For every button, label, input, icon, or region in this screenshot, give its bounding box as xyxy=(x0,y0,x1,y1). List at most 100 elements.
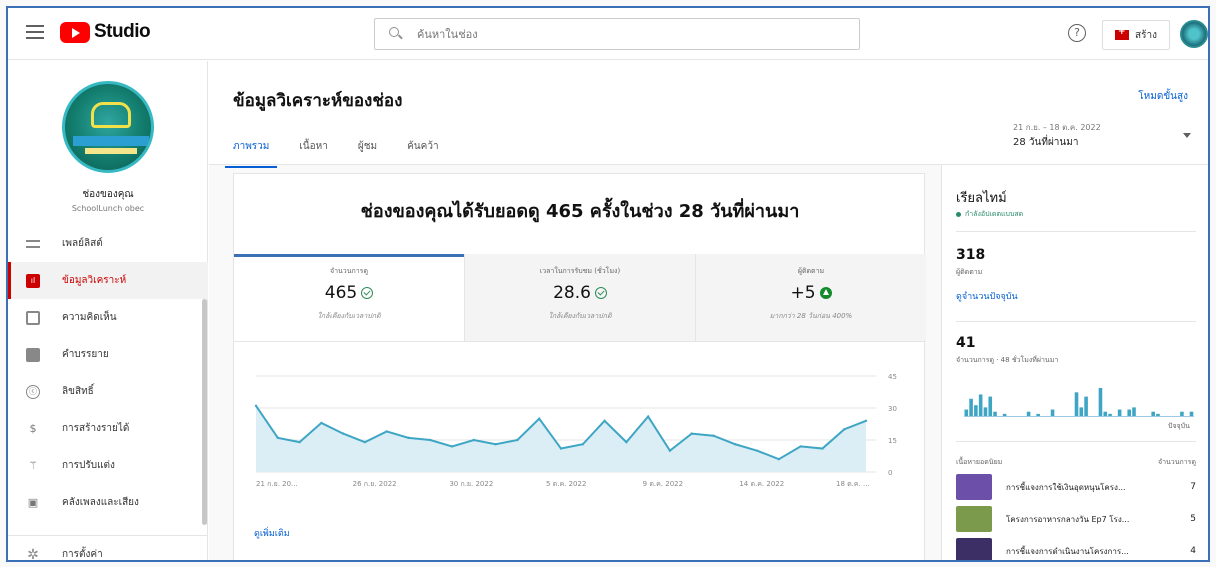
sidebar-item-monetization[interactable]: $ การสร้างรายได้ xyxy=(8,410,208,447)
views-data-point[interactable] xyxy=(363,440,367,444)
search-box[interactable] xyxy=(374,18,860,50)
tab-content[interactable]: เนื้อหา xyxy=(291,139,335,168)
date-range-label[interactable]: 28 วันที่ผ่านมา xyxy=(1013,135,1078,150)
help-icon[interactable]: ? xyxy=(1068,24,1086,42)
realtime-bar[interactable] xyxy=(1127,409,1132,416)
views-data-point[interactable] xyxy=(581,443,584,446)
account-avatar[interactable] xyxy=(1180,20,1208,48)
views-data-point[interactable] xyxy=(385,430,388,433)
chevron-down-icon[interactable] xyxy=(1183,133,1191,138)
sidebar-item-playlists[interactable]: เพลย์ลิสต์ xyxy=(8,225,208,262)
see-current-count-link[interactable]: ดูจำนวนปัจจุบัน xyxy=(956,289,1018,303)
tab-research[interactable]: ค้นคว้า xyxy=(399,139,446,168)
views-data-point[interactable] xyxy=(712,434,715,437)
views-data-point[interactable] xyxy=(341,432,345,435)
realtime-live-status: กำลังอัปเดตแบบสด xyxy=(956,209,1023,220)
views-data-point[interactable] xyxy=(603,419,606,422)
sidebar-item-label: คลังเพลงและเสียง xyxy=(62,497,139,508)
top-video-row[interactable]: โครงการอาหารกลางวัน Ep7 โรง... 5 xyxy=(956,505,1196,533)
views-data-point[interactable] xyxy=(625,440,628,444)
views-data-point[interactable] xyxy=(516,438,519,442)
studio-logo[interactable]: Studio xyxy=(60,21,151,43)
views-line-chart[interactable]: 45 30 15 0 21 ก.ย. 20... 26 ก.ย. 2022 30 ก.ย. … xyxy=(250,370,910,490)
realtime-bar[interactable] xyxy=(1036,413,1040,416)
views-data-point[interactable] xyxy=(320,421,323,425)
views-data-point[interactable] xyxy=(777,458,781,461)
realtime-bar[interactable] xyxy=(974,405,978,416)
sidebar-item-comments[interactable]: ความคิดเห็น xyxy=(8,299,208,336)
views-data-point[interactable] xyxy=(494,443,497,446)
sidebar-item-audio-library[interactable]: ▣ คลังเพลงและเสียง xyxy=(8,484,208,521)
search-input[interactable] xyxy=(417,27,797,41)
views-data-point[interactable] xyxy=(864,419,868,422)
realtime-bar[interactable] xyxy=(1050,409,1055,416)
realtime-bar[interactable] xyxy=(1189,411,1194,416)
realtime-bar[interactable] xyxy=(1132,407,1136,416)
realtime-bar[interactable] xyxy=(1084,396,1088,416)
realtime-bar[interactable] xyxy=(1079,407,1084,416)
views-data-point[interactable] xyxy=(799,445,802,448)
channel-logo-band-small xyxy=(85,148,137,154)
realtime-bar[interactable] xyxy=(1117,409,1122,416)
advanced-mode-link[interactable]: โหมดขั้นสูง xyxy=(1138,89,1188,104)
see-more-link[interactable]: ดูเพิ่มเติม xyxy=(254,526,290,540)
top-content-header: เนื้อหายอดนิยม จำนวนการดู xyxy=(956,457,1196,468)
realtime-bar[interactable] xyxy=(1108,413,1112,416)
sidebar-item-analytics[interactable]: ıl ข้อมูลวิเคราะห์ xyxy=(8,262,208,299)
metric-views[interactable]: จำนวนการดู 465 ใกล้เคียงกับเวลาปกติ xyxy=(234,254,464,341)
date-range-dates[interactable]: 21 ก.ย. – 18 ต.ค. 2022 xyxy=(1013,121,1101,134)
views-data-point[interactable] xyxy=(690,432,693,435)
views-data-point[interactable] xyxy=(538,417,541,420)
views-data-point[interactable] xyxy=(646,415,650,418)
realtime-bar[interactable] xyxy=(964,409,969,416)
x-tick-label: 9 ต.ค. 2022 xyxy=(643,480,683,488)
menu-icon[interactable] xyxy=(26,25,44,39)
realtime-live-label: กำลังอัปเดตแบบสด xyxy=(965,210,1024,218)
realtime-bar[interactable] xyxy=(978,394,983,416)
views-data-point[interactable] xyxy=(821,447,824,450)
views-area-fill xyxy=(256,405,866,472)
views-data-point[interactable] xyxy=(668,449,672,452)
realtime-bar[interactable] xyxy=(1180,411,1184,416)
sidebar-item-subtitles[interactable]: คำบรรยาย xyxy=(8,336,208,373)
realtime-bar[interactable] xyxy=(993,411,997,416)
sidebar-scrollbar[interactable] xyxy=(202,299,207,525)
realtime-bar-chart[interactable] xyxy=(964,387,1194,417)
views-data-point[interactable] xyxy=(472,438,476,442)
tab-overview[interactable]: ภาพรวม xyxy=(225,139,278,168)
top-video-row[interactable]: การชี้แจงการใช้เงินอุดหนุนโครง... 7 xyxy=(956,473,1196,501)
channel-avatar[interactable] xyxy=(62,81,154,173)
video-thumbnail xyxy=(956,538,992,560)
realtime-bar[interactable] xyxy=(1002,413,1007,416)
realtime-bar[interactable] xyxy=(1156,413,1160,416)
realtime-bar[interactable] xyxy=(1103,411,1108,416)
views-data-point[interactable] xyxy=(450,445,454,448)
realtime-bar[interactable] xyxy=(1026,411,1031,416)
metric-subscribers[interactable]: ผู้ติดตาม +5 มากกว่า 28 วันก่อน 400% xyxy=(695,254,926,341)
views-data-point[interactable] xyxy=(755,449,759,452)
metric-value-row: 28.6 xyxy=(465,283,695,303)
realtime-bar[interactable] xyxy=(1074,392,1079,416)
realtime-bar[interactable] xyxy=(1151,411,1155,416)
realtime-bar[interactable] xyxy=(969,398,973,416)
views-data-point[interactable] xyxy=(276,436,279,440)
top-video-row[interactable]: การชี้แจงการดำเนินงานโครงการ... 4 xyxy=(956,537,1196,560)
views-data-point[interactable] xyxy=(843,428,846,431)
views-data-point[interactable] xyxy=(734,443,737,446)
views-data-point[interactable] xyxy=(429,438,432,442)
views-data-point[interactable] xyxy=(559,447,563,450)
sidebar-item-copyright[interactable]: ⓒ ลิขสิทธิ์ xyxy=(8,373,208,410)
create-button[interactable]: สร้าง xyxy=(1102,20,1170,50)
arrow-up-circle-icon xyxy=(819,287,832,299)
realtime-bar[interactable] xyxy=(988,396,993,416)
views-data-point[interactable] xyxy=(298,440,301,444)
tab-audience[interactable]: ผู้ชม xyxy=(350,139,385,168)
sidebar-item-settings[interactable]: ✲ การตั้งค่า xyxy=(8,536,208,561)
views-data-point[interactable] xyxy=(407,436,410,440)
views-data-point[interactable] xyxy=(254,404,258,408)
metric-watch-time[interactable]: เวลาในการรับชม (ชั่วโมง) 28.6 ใกล้เคียงก… xyxy=(464,254,695,341)
realtime-bar[interactable] xyxy=(1098,388,1103,416)
sidebar-item-customization[interactable]: ⚚ การปรับแต่ง xyxy=(8,447,208,484)
realtime-bar[interactable] xyxy=(983,407,988,416)
y-tick-label: 15 xyxy=(888,437,897,445)
